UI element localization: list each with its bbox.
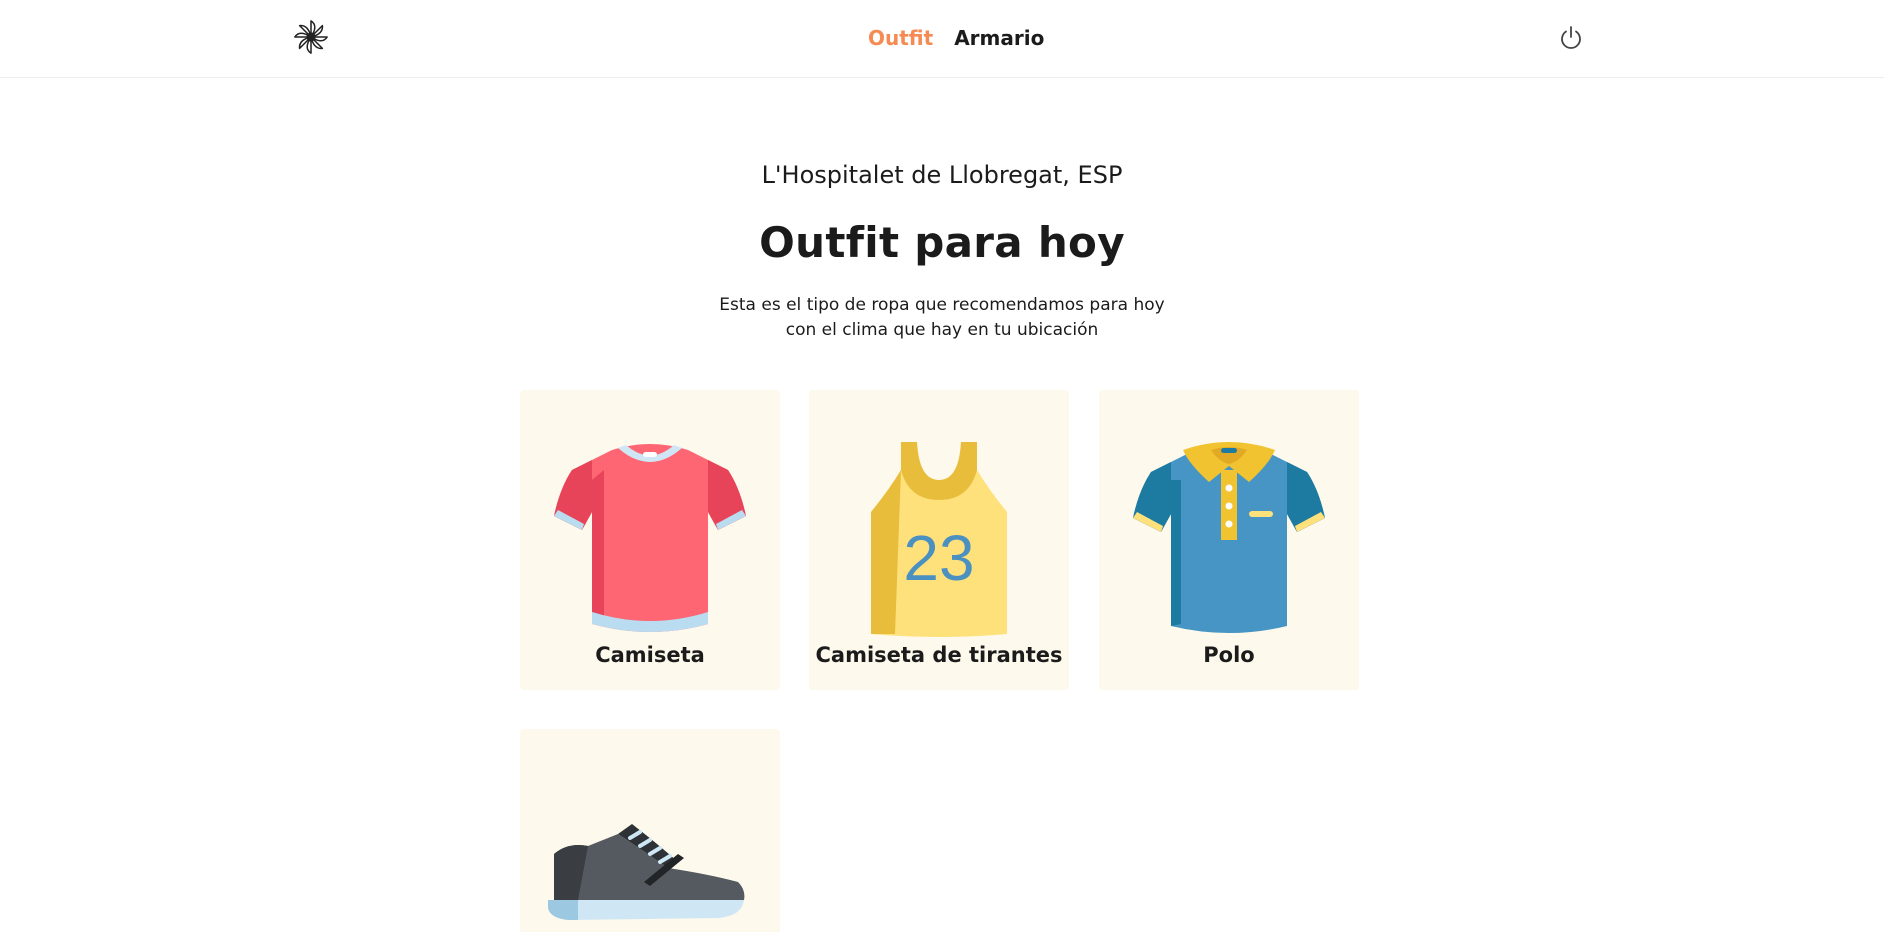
clothing-card-camiseta-de-tirantes[interactable]: 23 Camiseta de tirantes	[809, 390, 1069, 690]
clothing-card-polo[interactable]: Polo	[1099, 390, 1359, 690]
location-text: L'Hospitalet de Llobregat, ESP	[761, 161, 1123, 189]
jersey-number: 23	[903, 522, 974, 594]
clothing-card-camiseta[interactable]: Camiseta	[520, 390, 780, 690]
power-icon[interactable]	[1558, 24, 1584, 52]
nav-outfit-link[interactable]: Outfit	[868, 24, 933, 52]
polo-shirt-icon	[1133, 442, 1325, 633]
nav-armario-link[interactable]: Armario	[954, 24, 1044, 52]
top-navbar: Outfit Armario	[0, 0, 1884, 78]
description-line: Esta es el tipo de ropa que recomendamos…	[719, 295, 1165, 315]
page-title: Outfit para hoy	[759, 218, 1125, 267]
main-nav: Outfit Armario	[868, 24, 1044, 52]
sneaker-icon	[548, 824, 745, 920]
logo-icon[interactable]	[292, 18, 330, 56]
clothing-card-label: Camiseta	[595, 643, 705, 667]
clothing-card-label: Polo	[1203, 643, 1255, 667]
tank-top-icon: 23	[871, 442, 1007, 637]
description-line: con el clima que hay en tu ubicación	[785, 320, 1099, 340]
clothing-card-label: Camiseta de tirantes	[815, 643, 1063, 667]
page-description: Esta es el tipo de ropa que recomendamos…	[0, 293, 1884, 343]
tshirt-icon	[554, 444, 746, 632]
clothing-card-calzado[interactable]	[520, 729, 780, 932]
